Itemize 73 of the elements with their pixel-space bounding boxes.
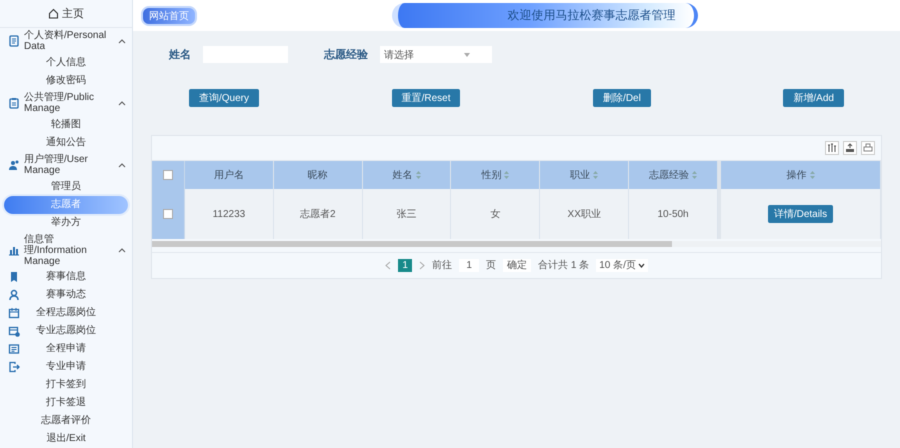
page-input-field[interactable]: 1 [459, 258, 480, 272]
action-button[interactable]: 新增/Add [783, 89, 844, 107]
chevron-left-icon [385, 260, 392, 270]
chart-icon [8, 244, 20, 256]
calendar-icon [8, 307, 20, 319]
table-cell: 10-50h [657, 208, 689, 220]
total-count: 合计共 1 条 [538, 258, 590, 272]
page-unit-label: 页 [486, 259, 496, 272]
sort-icon [593, 171, 598, 179]
page-button[interactable]: 1 [398, 258, 412, 272]
menu-item[interactable]: 退出/Exit [4, 430, 128, 448]
export-icon [843, 141, 857, 155]
bookmark-icon [8, 271, 20, 283]
confirm-button[interactable]: 确定 [503, 258, 532, 272]
chevron-up-icon [118, 100, 126, 106]
goto-label: 前往 [432, 258, 452, 272]
menu-item[interactable]: 专业申请 [4, 358, 128, 376]
table-cell-text: 志愿者2 [300, 208, 336, 221]
chevron-up-icon [118, 162, 126, 168]
action-button[interactable]: 重置/Reset [392, 89, 460, 107]
person-icon [8, 289, 20, 301]
calendar-check-icon [8, 325, 20, 337]
menu-item[interactable]: 举办方 [4, 214, 128, 232]
menu-item[interactable]: 修改密码 [4, 72, 128, 90]
table-cell-text: XX职业 [568, 208, 601, 221]
menu-item[interactable]: 全程申请 [4, 340, 128, 358]
menu-item[interactable]: 全程志愿岗位 [4, 304, 128, 322]
document-icon [8, 35, 20, 48]
scrollbar-thumb[interactable] [152, 241, 672, 247]
sort-icon [416, 171, 421, 179]
chevron-down-icon [638, 262, 645, 268]
menu-item[interactable]: 打卡签退 [4, 394, 128, 412]
field-label: 姓名 [169, 48, 191, 62]
menu-item[interactable]: 赛事信息 [4, 268, 128, 286]
home-icon [48, 8, 59, 20]
people-icon [8, 159, 20, 172]
select-field[interactable]: 请选择 [380, 46, 492, 63]
dropdown-arrow-icon [464, 52, 470, 56]
newspaper-icon [8, 343, 20, 355]
menu-item[interactable]: 打卡签到 [4, 376, 128, 394]
columns-icon [825, 141, 839, 155]
menu-item[interactable]: 赛事动态 [4, 286, 128, 304]
action-button[interactable]: 删除/Del [593, 89, 651, 107]
home-link[interactable]: 主页 [62, 6, 84, 22]
menu-group[interactable]: 信息管理/Information Manage [0, 232, 132, 268]
details-button[interactable]: 详情/Details [768, 205, 834, 223]
print-icon [861, 141, 875, 155]
action-button[interactable]: 查询/Query [189, 89, 260, 107]
menu-item[interactable]: 专业志愿岗位 [4, 322, 128, 340]
sort-icon [692, 171, 698, 179]
menu-group[interactable]: 公共管理/Public Manage [0, 90, 132, 116]
page-size-select[interactable]: 10 条/页 [596, 258, 648, 272]
menu-item[interactable]: 志愿者评价 [4, 412, 128, 430]
page-title-banner: 欢迎使用马拉松赛事志愿者管理 [392, 3, 698, 28]
menu-item[interactable]: 轮播图 [4, 116, 128, 134]
select-all-checkbox[interactable] [163, 170, 173, 180]
row-checkbox[interactable] [163, 209, 173, 219]
field-label: 志愿经验 [324, 48, 368, 62]
table-cell: 112233 [212, 208, 246, 220]
exit-icon [8, 361, 20, 373]
table-cell-text: 女 [490, 208, 500, 221]
chevron-up-icon [118, 247, 126, 254]
menu-item[interactable]: 管理员 [4, 178, 128, 196]
table-cell-text: 张三 [396, 208, 417, 221]
menu-item[interactable]: 通知公告 [4, 134, 128, 152]
sort-icon [504, 171, 510, 179]
chevron-up-icon [118, 38, 126, 44]
menu-group[interactable]: 个人资料/Personal Data [0, 28, 132, 54]
chevron-right-icon [419, 260, 426, 270]
menu-item[interactable]: 个人信息 [4, 54, 128, 72]
clipboard-icon [8, 97, 20, 110]
sort-icon [810, 171, 814, 179]
menu-group[interactable]: 用户管理/User Manage [0, 152, 132, 178]
